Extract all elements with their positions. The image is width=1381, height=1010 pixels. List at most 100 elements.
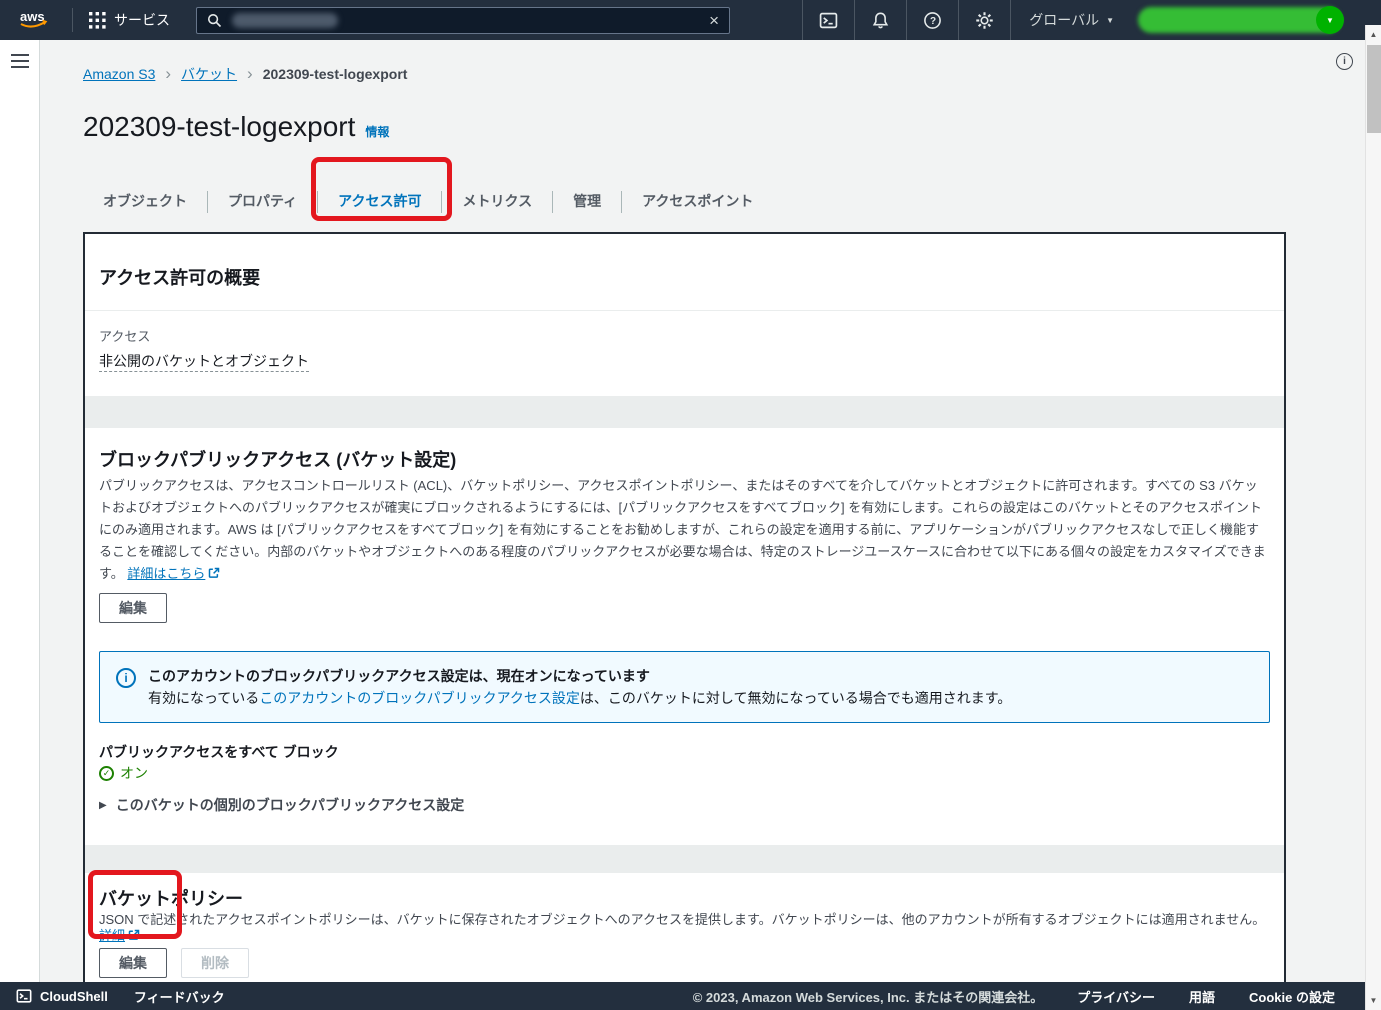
bucket-policy-title: バケットポリシー — [99, 887, 1270, 911]
region-label: グローバル — [1029, 10, 1099, 30]
block-public-access-section: ブロックパブリックアクセス (バケット設定) パブリックアクセスは、アクセスコン… — [85, 428, 1284, 845]
help-button[interactable]: ? — [907, 0, 959, 40]
bucket-name: 202309-test-logexport — [83, 110, 355, 144]
bpa-description: パブリックアクセスは、アクセスコントロールリスト (ACL)、バケットポリシー、… — [99, 475, 1270, 585]
bucket-tabs: オブジェクト プロパティ アクセス許可 メトリクス 管理 アクセスポイント — [83, 183, 1365, 220]
page-info-icon[interactable]: i — [1336, 53, 1353, 70]
chevron-right-icon: › — [165, 64, 171, 84]
overview-header: アクセス許可の概要 — [85, 234, 1284, 311]
cloudshell-terminal-icon — [16, 988, 32, 1004]
block-all-public-access-label: パブリックアクセスをすべて ブロック — [99, 743, 1270, 761]
banner-title: このアカウントのブロックパブリックアクセス設定は、現在オンになっています — [148, 666, 1011, 686]
check-glyph: ✓ — [103, 768, 111, 779]
footer-terms-link[interactable]: 用語 — [1189, 987, 1215, 1006]
settings-button[interactable] — [959, 0, 1011, 40]
aws-logo[interactable]: aws — [16, 8, 52, 32]
aws-s3-console: aws サービス × — [0, 0, 1381, 1010]
external-link-icon — [208, 567, 220, 579]
topbar-right-group: ? グローバル ▼ — [802, 0, 1341, 40]
individual-bpa-settings-expander[interactable]: ▶ このバケットの個別のブロックパブリックアクセス設定 — [99, 795, 1270, 815]
breadcrumb-current: 202309-test-logexport — [263, 66, 408, 82]
search-icon — [207, 13, 222, 28]
banner-body: 有効になっているこのアカウントのブロックパブリックアクセス設定は、このバケットに… — [148, 688, 1011, 708]
banner-prefix: 有効になっている — [148, 690, 259, 706]
account-menu[interactable]: ▼ — [1138, 7, 1341, 33]
banner-suffix: は、このバケットに対して無効になっている場合でも適用されます。 — [580, 690, 1011, 706]
main-content: i Amazon S3 › バケット › 202309-test-logexpo… — [41, 40, 1365, 982]
footer-feedback-link[interactable]: フィードバック — [134, 987, 225, 1006]
cloudshell-terminal-icon — [819, 11, 838, 30]
bucket-policy-detail-link[interactable]: 詳細 — [99, 928, 125, 943]
topbar: aws サービス × — [0, 0, 1381, 40]
region-selector[interactable]: グローバル ▼ — [1011, 10, 1128, 30]
banner-text: このアカウントのブロックパブリックアクセス設定は、現在オンになっています 有効に… — [148, 666, 1011, 708]
tab-management[interactable]: 管理 — [553, 183, 621, 220]
external-link-icon — [128, 929, 140, 941]
clear-search-icon[interactable]: × — [709, 12, 719, 29]
footer-copyright: © 2023, Amazon Web Services, Inc. またはその関… — [693, 987, 1044, 1006]
bell-icon — [871, 11, 890, 30]
breadcrumb-amazon-s3-link[interactable]: Amazon S3 — [83, 66, 155, 82]
access-label: アクセス — [99, 329, 1270, 345]
scrollbar-thumb[interactable] — [1367, 45, 1381, 133]
title-info-link[interactable]: 情報 — [365, 115, 389, 149]
expander-label: このバケットの個別のブロックパブリックアクセス設定 — [116, 795, 465, 815]
chevron-down-icon: ▼ — [1326, 16, 1334, 25]
footer-right-group: © 2023, Amazon Web Services, Inc. またはその関… — [693, 987, 1335, 1006]
open-menu-button[interactable] — [11, 54, 29, 68]
bucket-policy-edit-button[interactable]: 編集 — [99, 948, 167, 978]
cloudshell-button[interactable] — [802, 0, 855, 40]
topbar-divider — [72, 8, 73, 32]
breadcrumb: Amazon S3 › バケット › 202309-test-logexport — [41, 40, 1365, 84]
vertical-scrollbar[interactable]: ▲ ▼ — [1365, 25, 1381, 1010]
tab-objects[interactable]: オブジェクト — [83, 183, 207, 220]
tab-properties[interactable]: プロパティ — [208, 183, 317, 220]
tab-access-points[interactable]: アクセスポイント — [622, 183, 773, 220]
footer: CloudShell フィードバック © 2023, Amazon Web Se… — [0, 982, 1381, 1010]
access-value[interactable]: 非公開のバケットとオブジェクト — [99, 352, 309, 372]
account-name-redacted — [1138, 7, 1341, 33]
services-menu-button[interactable]: サービス — [79, 10, 180, 30]
page-title: 202309-test-logexport 情報 — [83, 110, 1365, 149]
permissions-overview-section: アクセス許可の概要 アクセス 非公開のバケットとオブジェクト — [85, 234, 1284, 396]
scroll-up-icon[interactable]: ▲ — [1366, 25, 1381, 44]
bucket-policy-actions: 編集 削除 — [99, 948, 1270, 978]
scroll-down-icon[interactable]: ▼ — [1366, 991, 1381, 1010]
settings-gear-icon — [975, 11, 994, 30]
account-bpa-info-banner: i このアカウントのブロックパブリックアクセス設定は、現在オンになっています 有… — [99, 651, 1270, 723]
bpa-description-text: パブリックアクセスは、アクセスコントロールリスト (ACL)、バケットポリシー、… — [99, 478, 1266, 581]
notifications-button[interactable] — [855, 0, 907, 40]
feedback-label: フィードバック — [134, 987, 225, 1006]
triangle-right-icon: ▶ — [99, 800, 107, 811]
bucket-policy-section: バケットポリシー JSON で記述されたアクセスポイントポリシーは、バケットに保… — [85, 873, 1284, 982]
chevron-right-icon: › — [247, 64, 253, 84]
bpa-learn-more-link[interactable]: 詳細はこちら — [127, 566, 205, 581]
info-glyph: i — [1343, 56, 1346, 67]
tab-permissions[interactable]: アクセス許可 — [318, 183, 441, 220]
info-glyph: i — [124, 671, 127, 685]
bpa-edit-button[interactable]: 編集 — [99, 593, 167, 623]
footer-cloudshell-button[interactable]: CloudShell — [16, 988, 108, 1004]
bucket-policy-delete-button[interactable]: 削除 — [181, 948, 249, 978]
bpa-title: ブロックパブリックアクセス (バケット設定) — [99, 448, 1270, 472]
help-icon: ? — [923, 11, 942, 30]
left-nav-rail — [0, 40, 40, 982]
permissions-panel: アクセス許可の概要 アクセス 非公開のバケットとオブジェクト ブロックパブリック… — [83, 232, 1286, 982]
svg-text:aws: aws — [20, 9, 45, 24]
services-label: サービス — [114, 10, 170, 30]
svg-text:?: ? — [930, 16, 936, 27]
bpa-edit-row: 編集 — [99, 593, 1270, 623]
footer-cookie-settings-link[interactable]: Cookie の設定 — [1249, 987, 1335, 1006]
success-check-icon: ✓ — [99, 766, 114, 781]
aws-logo-icon: aws — [16, 8, 52, 32]
overview-title: アクセス許可の概要 — [99, 266, 1270, 290]
chevron-down-icon: ▼ — [1106, 16, 1114, 25]
banner-account-settings-link[interactable]: このアカウントのブロックパブリックアクセス設定 — [259, 690, 580, 706]
tab-metrics[interactable]: メトリクス — [442, 183, 552, 220]
search-input[interactable]: × — [196, 7, 730, 34]
section-gap — [85, 845, 1284, 873]
breadcrumb-buckets-link[interactable]: バケット — [181, 64, 237, 84]
overview-body: アクセス 非公開のバケットとオブジェクト — [85, 311, 1284, 396]
footer-privacy-link[interactable]: プライバシー — [1077, 987, 1155, 1006]
apps-grid-icon — [89, 12, 106, 29]
